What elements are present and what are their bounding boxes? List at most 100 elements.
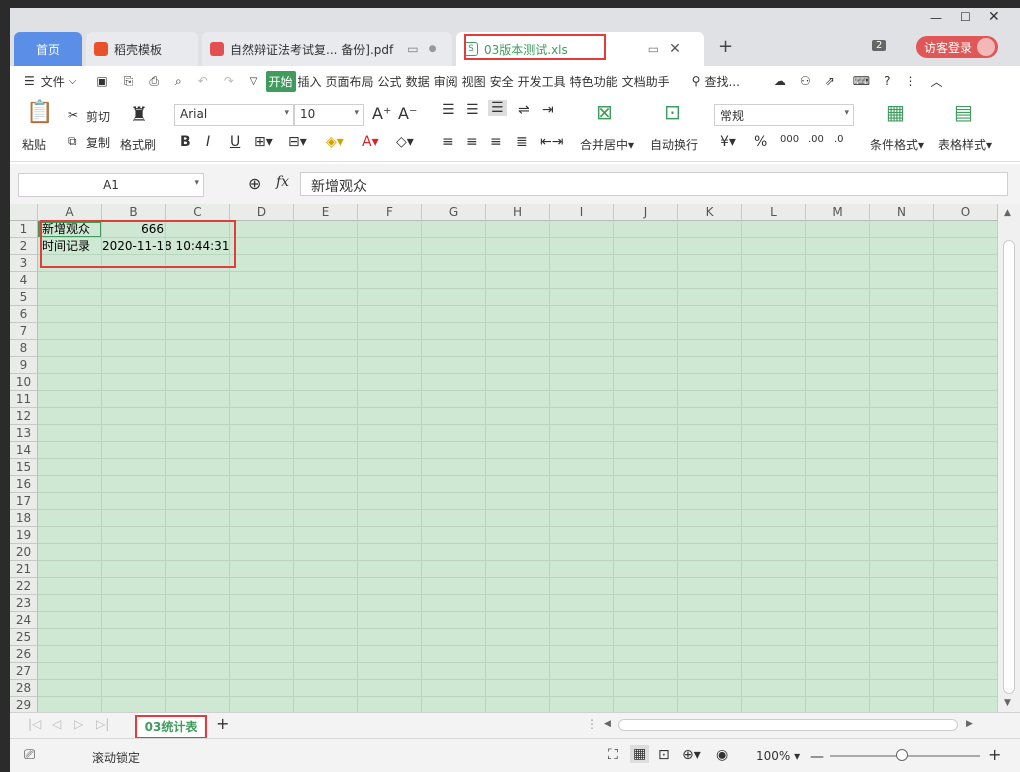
row-header[interactable]: 18 [10,510,37,527]
column-header[interactable]: N [870,204,934,221]
distribute-icon[interactable]: ⇤⇥ [540,134,563,150]
cell-a1[interactable]: 新增观众 [42,221,90,238]
menu-assistant[interactable]: 文档助手 [620,73,672,90]
scroll-up-icon[interactable]: ▲ [1004,208,1011,218]
align-center-icon[interactable]: ≡ [466,134,478,150]
row-header[interactable]: 14 [10,442,37,459]
row-header[interactable]: 2 [10,238,37,255]
row-header[interactable]: 11 [10,391,37,408]
menu-features[interactable]: 特色功能 [568,73,620,90]
row-header[interactable]: 27 [10,663,37,680]
indent-icon[interactable]: ⇥ [542,102,554,118]
close-window-icon[interactable]: ✕ [988,9,1000,25]
bold-icon[interactable]: B [180,134,191,150]
format-painter-button[interactable]: 格式刷 [120,136,156,153]
zoom-slider-handle[interactable] [896,749,908,761]
font-color-icon[interactable]: A▾ [362,134,379,150]
align-top-icon[interactable]: ☰ [442,102,455,118]
export-icon[interactable]: ⎘ [122,74,136,89]
help-icon[interactable]: ? [882,74,892,88]
column-header[interactable]: G [422,204,486,221]
monitor-icon[interactable]: ▭ [648,42,659,56]
normal-view-icon[interactable]: ▦ [630,745,650,763]
share-user-icon[interactable]: ⚇ [798,74,813,88]
page-layout-icon[interactable]: ⊡ [658,747,670,763]
row-header[interactable]: 29 [10,697,37,712]
column-header[interactable]: K [678,204,742,221]
tab-spreadsheet-active[interactable]: S 03版本测试.xls ▭ ✕ [456,32,704,66]
paste-button[interactable]: 粘贴 [22,136,46,153]
align-bottom-icon[interactable]: ☰ [488,100,507,116]
select-all-corner[interactable] [10,204,38,221]
orientation-icon[interactable]: ⇌ [518,102,530,118]
increase-font-icon[interactable]: A⁺ [372,104,391,123]
share-icon[interactable]: ⇗ [823,74,837,88]
row-header[interactable]: 8 [10,340,37,357]
border-icon[interactable]: ⊞▾ [254,134,273,150]
sheet-tab-stats[interactable]: 03统计表 [138,713,204,738]
column-header[interactable]: I [550,204,614,221]
merge-center-icon[interactable]: ⊠ [596,100,613,124]
menu-view[interactable]: 视图 [460,73,488,90]
wrap-text-icon[interactable]: ⊡ [664,100,681,124]
column-header[interactable]: B [102,204,166,221]
row-header[interactable]: 28 [10,680,37,697]
collapse-ribbon-icon[interactable]: ︿ [928,73,944,90]
row-header[interactable]: 6 [10,306,37,323]
font-name-select[interactable]: Arial ▾ [174,104,294,126]
copy-button[interactable]: 复制 [86,134,110,151]
monitor-icon[interactable]: ▭ [407,42,418,56]
row-header[interactable]: 19 [10,527,37,544]
align-right-icon[interactable]: ≡ [490,134,502,150]
save-icon[interactable]: ▣ [94,74,109,88]
undo-icon[interactable]: ↶ [196,74,210,88]
first-sheet-icon[interactable]: |◁ [28,717,41,731]
column-header[interactable]: C [166,204,230,221]
zoom-level[interactable]: 100% ▾ [756,749,800,763]
menu-page-layout[interactable]: 页面布局 [324,73,376,90]
column-header[interactable]: D [230,204,294,221]
more-icon[interactable]: ⋮ [902,74,918,88]
menu-formula[interactable]: 公式 [376,73,404,90]
new-tab-button[interactable]: + [718,36,733,57]
maximize-icon[interactable]: ☐ [960,10,971,24]
eye-protection-icon[interactable]: ◉ [716,747,728,763]
cloud-icon[interactable]: ☁ [772,74,788,88]
menu-insert[interactable]: 插入 [296,73,324,90]
font-size-select[interactable]: 10 ▾ [294,104,364,126]
scroll-thumb[interactable] [1003,240,1015,694]
vertical-scrollbar[interactable]: ▲ ▼ [998,204,1020,712]
name-box[interactable]: A1 ▾ [18,173,204,197]
tab-pdf-document[interactable]: 自然辩证法考试复... 备份].pdf ▭ ● [202,32,452,66]
scroll-right-icon[interactable]: ▶ [966,719,973,729]
thousands-icon[interactable]: 000 [780,134,799,145]
row-header[interactable]: 5 [10,289,37,306]
menu-security[interactable]: 安全 [488,73,516,90]
row-header[interactable]: 1 [10,221,37,238]
page-break-icon[interactable]: ⊕▾ [682,747,701,763]
increase-decimal-icon[interactable]: .00 [808,134,824,145]
underline-icon[interactable]: U [230,134,240,150]
redo-icon[interactable]: ↷ [222,74,236,88]
scroll-left-icon[interactable]: ◀ [604,719,611,729]
italic-icon[interactable]: I [206,134,210,150]
cell-b2[interactable]: 2020-11-18 10:44:31 [102,238,230,255]
row-header[interactable]: 7 [10,323,37,340]
decrease-font-icon[interactable]: A⁻ [398,104,417,123]
table-style-button[interactable]: 表格样式▾ [938,136,992,153]
menu-review[interactable]: 审阅 [432,73,460,90]
align-left-icon[interactable]: ≡ [442,134,454,150]
paste-icon[interactable]: 📋 [26,100,53,125]
scroll-down-icon[interactable]: ▼ [1004,698,1011,708]
zoom-out-icon[interactable]: — [810,749,824,765]
hamburger-icon[interactable]: ☰ [24,74,35,88]
chevron-down-icon[interactable]: ⌵ [67,76,79,87]
row-header[interactable]: 9 [10,357,37,374]
menu-data[interactable]: 数据 [404,73,432,90]
print-icon[interactable]: ⎙ [147,74,161,89]
column-header[interactable]: J [614,204,678,221]
merge-center-button[interactable]: 合并居中▾ [580,136,634,153]
column-header[interactable]: O [934,204,998,221]
row-header[interactable]: 22 [10,578,37,595]
add-sheet-icon[interactable]: + [216,714,229,733]
